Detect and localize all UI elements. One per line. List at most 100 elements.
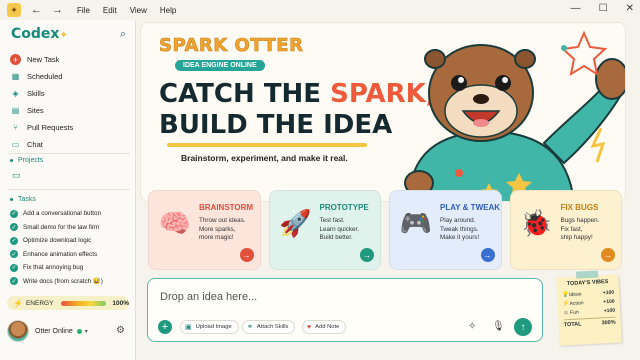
minimize-icon[interactable]: — — [571, 3, 581, 14]
todays-vibes-note: TODAY'S VIBES 💡 Ideas +100 ⚡ Action +100 ☺ Fu… — [556, 270, 622, 346]
upload-image-button[interactable]: ▣ Upload Image — [180, 320, 239, 334]
otter-mascot-illustration — [404, 30, 625, 201]
layers-icon: ◈ — [12, 89, 19, 98]
maximize-icon[interactable]: ☐ — [599, 3, 608, 14]
check-icon: ✓ — [10, 209, 18, 218]
dot-icon — [10, 159, 13, 162]
check-icon: ✓ — [10, 223, 18, 232]
action-cards: 🧠 BRAINSTORM Throw out ideas. More spark… — [148, 190, 622, 270]
arrow-right-icon[interactable]: → — [601, 248, 615, 262]
sidebar-item-pull-requests[interactable]: ⑂ Pull Requests — [10, 119, 130, 136]
task-item[interactable]: ✓ Write docs (from scratch 😅) — [10, 275, 134, 289]
menu-help[interactable]: Help — [160, 6, 176, 15]
sidebar-item-label: New Task — [27, 55, 60, 64]
sidebar-item-label: Skills — [27, 89, 45, 98]
hero-badge: IDEA ENGINE ONLINE — [175, 60, 265, 71]
rocket-icon: 🚀 — [279, 207, 312, 238]
user-profile[interactable]: Otter Online ▾ ⚙ — [7, 319, 131, 343]
arrow-right-icon[interactable]: → — [480, 248, 495, 262]
tasks-section-label[interactable]: Tasks — [10, 196, 36, 203]
window-controls: — ☐ ✕ — [571, 3, 634, 14]
sidebar-item-new-task[interactable]: + New Task — [10, 51, 130, 68]
menu-bar: File Edit View Help — [77, 6, 176, 15]
avatar[interactable] — [7, 320, 29, 342]
card-brainstorm[interactable]: 🧠 BRAINSTORM Throw out ideas. More spark… — [148, 190, 261, 270]
gamepad-icon: 🎮 — [399, 207, 433, 238]
main-content: SPARK OTTER IDEA ENGINE ONLINE CATCH THE… — [138, 20, 640, 360]
projects-section-label[interactable]: Projects — [10, 157, 43, 164]
menu-edit[interactable]: Edit — [103, 6, 117, 15]
menu-view[interactable]: View — [130, 6, 147, 15]
attach-skills-button[interactable]: ⚭ Attach Skills — [242, 320, 296, 334]
card-text: Test fast. Learn quicker. Build better. — [319, 217, 360, 241]
title-bar: ✦ ← → File Edit View Help — ☐ ✕ — [0, 0, 640, 20]
card-text: Throw out ideas. More sparks, more magic… — [199, 217, 246, 241]
brand-logo[interactable]: Codex✦ — [11, 26, 68, 42]
arrow-right-icon[interactable]: → — [239, 248, 254, 262]
calendar-icon: ▦ — [11, 72, 20, 81]
vibes-total: TOTAL 300% — [563, 316, 616, 329]
send-button[interactable]: ↑ — [514, 318, 532, 336]
sidebar-nav: + New Task ▦ Scheduled ◈ Skills ▤ Sites … — [10, 51, 130, 153]
vibes-title: TODAY'S VIBES — [566, 278, 609, 288]
forward-arrow-icon[interactable]: → — [52, 4, 63, 16]
sidebar-item-sites[interactable]: ▤ Sites — [10, 102, 130, 119]
chevron-down-icon[interactable]: ▾ — [85, 328, 88, 335]
check-icon: ✓ — [10, 263, 18, 272]
folder-icon[interactable]: ▭ — [12, 170, 21, 181]
sidebar-item-label: Pull Requests — [27, 123, 74, 132]
add-button[interactable]: + — [158, 320, 172, 334]
bug-icon: 🐞 — [520, 207, 553, 238]
heart-icon: ♥ — [307, 323, 312, 331]
gear-icon[interactable]: ⚙ — [116, 325, 125, 336]
magic-wand-icon[interactable]: ✧ — [468, 321, 476, 332]
card-fix-bugs[interactable]: 🐞 FIX BUGS Bugs happen. Fix fast, ship h… — [509, 190, 622, 270]
task-item[interactable]: ✓ Fix that annoying bug — [10, 261, 134, 275]
check-icon: ✓ — [10, 277, 18, 286]
vibes-row: ☺ Fun +100 — [562, 307, 616, 316]
add-note-button[interactable]: ♥ Add Note — [302, 320, 347, 334]
divider — [8, 189, 130, 190]
sidebar: Codex✦ ⌕ + New Task ▦ Scheduled ◈ Skills… — [0, 20, 136, 360]
card-title: FIX BUGS — [560, 203, 599, 212]
energy-label: ENERGY — [25, 299, 54, 307]
hero-banner: SPARK OTTER IDEA ENGINE ONLINE CATCH THE… — [140, 22, 626, 202]
close-icon[interactable]: ✕ — [626, 3, 634, 14]
card-title: PLAY & TWEAK — [440, 203, 501, 212]
dot-icon — [10, 198, 13, 201]
card-title: PROTOTYPE — [319, 203, 369, 212]
check-icon: ✓ — [10, 250, 18, 259]
tape-decoration — [575, 270, 599, 279]
brain-icon: 🧠 — [158, 207, 192, 238]
sidebar-item-scheduled[interactable]: ▦ Scheduled — [10, 68, 130, 85]
chat-icon: ▭ — [11, 140, 20, 149]
image-icon: ▣ — [185, 324, 192, 331]
task-item[interactable]: ✓ Add a conversational button — [10, 207, 134, 221]
task-item[interactable]: ✓ Enhance animation effects — [10, 248, 134, 262]
sidebar-item-label: Scheduled — [27, 72, 63, 81]
sidebar-item-chat[interactable]: ▭ Chat — [10, 136, 130, 153]
menu-file[interactable]: File — [77, 6, 90, 15]
microphone-icon[interactable]: 🎙 — [492, 321, 505, 332]
card-prototype[interactable]: 🚀 PROTOTYPE Test fast. Learn quicker. Bu… — [268, 190, 381, 270]
pull-request-icon: ⑂ — [13, 123, 18, 132]
online-status-dot — [76, 328, 82, 334]
card-play-tweak[interactable]: 🎮 PLAY & TWEAK Play around. Tweak things… — [389, 190, 502, 270]
sidebar-item-label: Sites — [27, 106, 44, 115]
task-item[interactable]: ✓ Optimize download logic — [10, 234, 134, 248]
sidebar-item-skills[interactable]: ◈ Skills — [10, 85, 130, 102]
idea-composer[interactable]: Drop an idea here... + ▣ Upload Image ⚭ At… — [147, 278, 543, 342]
document-icon: ▤ — [11, 106, 20, 115]
search-icon[interactable]: ⌕ — [120, 28, 126, 41]
hero-subtitle: Brainstorm, experiment, and make it real… — [181, 153, 348, 163]
idea-input[interactable]: Drop an idea here... — [160, 291, 257, 303]
arrow-right-icon[interactable]: → — [360, 248, 374, 262]
card-title: BRAINSTORM — [199, 203, 254, 212]
back-arrow-icon[interactable]: ← — [31, 4, 42, 16]
task-item[interactable]: ✓ Small demo for the law firm — [10, 221, 134, 235]
hero-tag: SPARK OTTER — [159, 35, 304, 57]
energy-meter: ⚡ ENERGY 100% — [7, 296, 129, 310]
app-logo-icon: ✦ — [7, 3, 21, 17]
card-text: Play around. Tweak things. Make it yours… — [440, 217, 480, 241]
energy-value: 100% — [112, 299, 129, 307]
